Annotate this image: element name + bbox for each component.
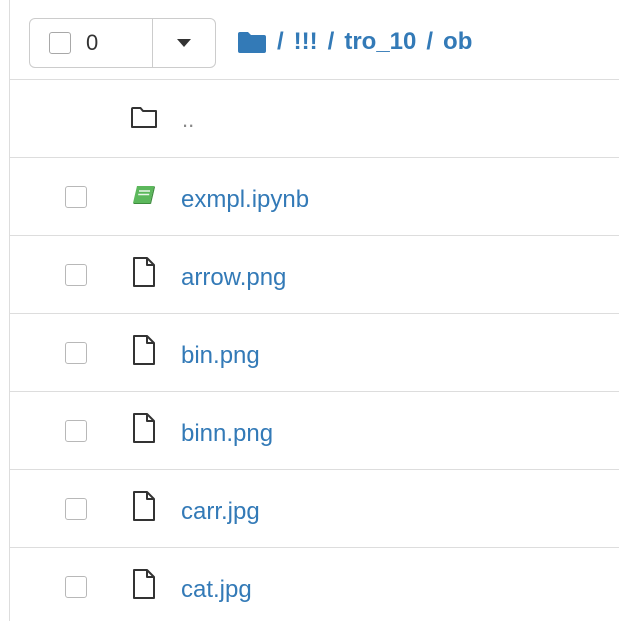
file-row[interactable]: bin.png [10,314,619,392]
file-checkbox[interactable] [65,264,87,286]
select-all-checkbox[interactable] [49,32,71,54]
file-list-header: 0 / !!! / tro_10 / ob [10,0,619,80]
file-link-binn-png[interactable]: binn.png [181,419,273,449]
breadcrumb: / !!! / tro_10 / ob [237,22,472,62]
selected-count: 0 [86,30,99,55]
file-icon [130,412,158,444]
file-checkbox[interactable] [65,186,87,208]
file-row[interactable]: arrow.png [10,236,619,314]
parent-directory-row[interactable]: .. [10,80,619,158]
file-row[interactable]: binn.png [10,392,619,470]
file-link-exmpl-ipynb[interactable]: exmpl.ipynb [181,185,309,215]
breadcrumb-item-root-folder[interactable]: !!! [294,28,318,56]
breadcrumb-item-ob[interactable]: ob [443,28,472,56]
file-row[interactable]: carr.jpg [10,470,619,548]
file-checkbox[interactable] [65,498,87,520]
file-link-cat-jpg[interactable]: cat.jpg [181,575,252,605]
file-row[interactable]: cat.jpg [10,548,619,626]
breadcrumb-item-tro-10[interactable]: tro_10 [344,28,416,56]
file-row[interactable]: exmpl.ipynb [10,158,619,236]
notebook-icon [130,178,158,210]
file-checkbox[interactable] [65,420,87,442]
select-dropdown-toggle[interactable] [153,19,215,67]
breadcrumb-separator: / [277,28,284,55]
folder-icon[interactable] [237,30,267,54]
file-checkbox[interactable] [65,576,87,598]
file-link-arrow-png[interactable]: arrow.png [181,263,286,293]
file-link-bin-png[interactable]: bin.png [181,341,260,371]
folder-open-icon [130,100,158,132]
file-icon [130,334,158,366]
select-all-button[interactable]: 0 [30,19,153,67]
file-checkbox[interactable] [65,342,87,364]
parent-directory-link[interactable]: .. [182,105,194,135]
caret-down-icon [177,39,191,47]
select-all-dropdown: 0 [29,18,216,68]
file-icon [130,256,158,288]
file-browser-panel: 0 / !!! / tro_10 / ob .. exmpl.ipynb arr… [9,0,619,621]
file-link-carr-jpg[interactable]: carr.jpg [181,497,260,527]
file-icon [130,568,158,600]
breadcrumb-separator: / [426,28,434,55]
breadcrumb-separator: / [327,28,335,55]
file-icon [130,490,158,522]
